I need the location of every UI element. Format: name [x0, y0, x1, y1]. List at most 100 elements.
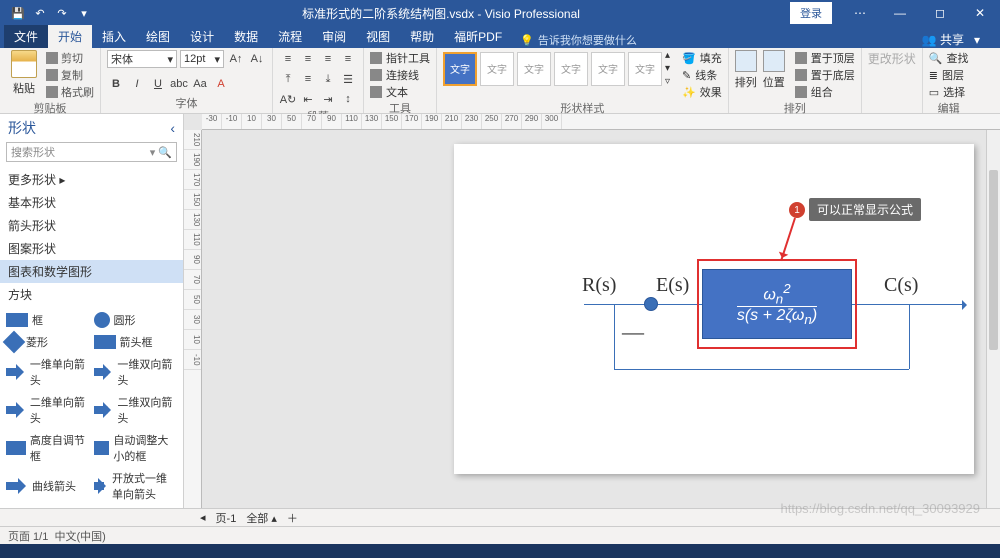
paste-button[interactable]: 粘贴 [6, 50, 42, 96]
page-tab-1[interactable]: 页-1 [216, 510, 237, 526]
arrange-button[interactable]: 排列 [735, 50, 757, 90]
ribbon-options-icon[interactable]: ⋯ [840, 0, 880, 26]
tab-review[interactable]: 审阅 [312, 25, 356, 48]
gallery-down-icon[interactable]: ▾ [665, 63, 670, 74]
effect-button[interactable]: ✨ 效果 [682, 84, 722, 100]
gallery-up-icon[interactable]: ▴ [665, 50, 670, 61]
font-size-select[interactable]: 12pt▾ [180, 50, 224, 68]
line-button[interactable]: ✎ 线条 [682, 67, 722, 83]
copy-button[interactable]: 复制 [46, 67, 94, 83]
add-page-button[interactable]: ＋ [287, 510, 298, 526]
style-gallery[interactable]: 文字 文字 文字 文字 文字 文字 ▴ ▾ ▿ [443, 50, 670, 87]
fill-button[interactable]: 🪣 填充 [682, 50, 722, 66]
cat-basic[interactable]: 基本形状 [0, 191, 183, 214]
indent-dec-button[interactable]: ⇤ [299, 90, 317, 108]
indent-inc-button[interactable]: ⇥ [319, 90, 337, 108]
login-button[interactable]: 登录 [790, 2, 832, 24]
grow-font-button[interactable]: A↑ [227, 50, 245, 68]
valign-bot-button[interactable]: ⤓ [319, 70, 337, 88]
share-button[interactable]: 👥 共享 [922, 31, 964, 48]
find-button[interactable]: 🔍 查找 [929, 50, 969, 66]
bring-front-button[interactable]: 置于顶层 [795, 50, 855, 66]
scrollbar-vertical[interactable] [986, 130, 1000, 508]
layers-button[interactable]: ≣ 图层 [929, 67, 969, 83]
shrink-font-button[interactable]: A↓ [248, 50, 266, 68]
select-button[interactable]: ▭ 选择 [929, 84, 969, 100]
shape-arrow2db[interactable]: 二维双向箭头 [94, 394, 178, 426]
style-swatch[interactable]: 文字 [554, 52, 588, 86]
font-name-select[interactable]: 宋体▾ [107, 50, 177, 68]
cat-more[interactable]: 更多形状 ▸ [0, 168, 183, 191]
align-right-button[interactable]: ≡ [319, 50, 337, 68]
help-icon[interactable]: ▾ [974, 33, 980, 47]
change-shape-button[interactable]: 更改形状 [868, 50, 916, 67]
minimize-button[interactable]: — [880, 0, 920, 26]
shape-circle[interactable]: 圆形 [94, 312, 178, 328]
style-swatch[interactable]: 文字 [443, 52, 477, 86]
undo-icon[interactable]: ↶ [32, 5, 48, 21]
status-language[interactable]: 中文(中国) [54, 528, 105, 544]
shape-autoheight[interactable]: 高度自调节框 [6, 432, 90, 464]
align-justify-button[interactable]: ≡ [339, 50, 357, 68]
tab-data[interactable]: 数据 [224, 25, 268, 48]
shape-arrow1db[interactable]: 一维双向箭头 [94, 356, 178, 388]
cat-pattern[interactable]: 图案形状 [0, 237, 183, 260]
position-button[interactable]: 位置 [763, 50, 785, 90]
send-back-button[interactable]: 置于底层 [795, 67, 855, 83]
maximize-button[interactable]: ◻ [920, 0, 960, 26]
tab-foxit[interactable]: 福昕PDF [444, 25, 512, 48]
strike-button[interactable]: abc [170, 75, 188, 93]
scroll-thumb[interactable] [989, 170, 998, 350]
group-shapes-button[interactable]: 组合 [795, 84, 855, 100]
tab-help[interactable]: 帮助 [400, 25, 444, 48]
cat-block[interactable]: 方块 [0, 283, 183, 306]
style-swatch[interactable]: 文字 [517, 52, 551, 86]
summing-junction[interactable] [644, 297, 658, 311]
case-button[interactable]: Aa [191, 75, 209, 93]
valign-mid-button[interactable]: ≡ [299, 70, 317, 88]
tell-me[interactable]: 💡 告诉我你想要做什么 [520, 32, 637, 48]
tab-design[interactable]: 设计 [180, 25, 224, 48]
underline-button[interactable]: U [149, 75, 167, 93]
gallery-more-icon[interactable]: ▿ [665, 76, 670, 87]
shape-open1d[interactable]: 开放式一维单向箭头 [94, 470, 178, 502]
cat-arrow[interactable]: 箭头形状 [0, 214, 183, 237]
redo-icon[interactable]: ↷ [54, 5, 70, 21]
rotate-text-button[interactable]: A↻ [279, 90, 297, 108]
tab-process[interactable]: 流程 [268, 25, 312, 48]
line-spacing-button[interactable]: ↕ [339, 90, 357, 108]
shape-arrow2d[interactable]: 二维单向箭头 [6, 394, 90, 426]
connector-tool-button[interactable]: 连接线 [370, 67, 430, 83]
pointer-tool-button[interactable]: 指针工具 [370, 50, 430, 66]
shape-autosize[interactable]: 自动调整大小的框 [94, 432, 178, 464]
format-painter-button[interactable]: 格式刷 [46, 84, 94, 100]
shape-curve[interactable]: 曲线箭头 [6, 470, 90, 502]
shape-arrow1d[interactable]: 一维单向箭头 [6, 356, 90, 388]
text-tool-button[interactable]: 文本 [370, 84, 430, 100]
shape-rect[interactable]: 框 [6, 312, 90, 328]
close-button[interactable]: ✕ [960, 0, 1000, 26]
font-color-button[interactable]: A [212, 75, 230, 93]
transfer-function-block[interactable]: ωn2 s(s + 2ζωn) [702, 269, 852, 339]
tab-insert[interactable]: 插入 [92, 25, 136, 48]
align-left-button[interactable]: ≡ [279, 50, 297, 68]
shape-arrowbox[interactable]: 箭头框 [94, 334, 178, 350]
style-swatch[interactable]: 文字 [591, 52, 625, 86]
shape-diamond[interactable]: 菱形 [6, 334, 90, 350]
canvas[interactable]: -30-101030507090110130150170190210230250… [184, 114, 1000, 508]
style-swatch[interactable]: 文字 [628, 52, 662, 86]
cut-button[interactable]: 剪切 [46, 50, 94, 66]
bold-button[interactable]: B [107, 75, 125, 93]
style-swatch[interactable]: 文字 [480, 52, 514, 86]
tab-draw[interactable]: 绘图 [136, 25, 180, 48]
tab-nav-prev[interactable]: ◂ [200, 511, 206, 524]
page-tab-all[interactable]: 全部 ▴ [246, 510, 277, 526]
italic-button[interactable]: I [128, 75, 146, 93]
valign-top-button[interactable]: ⤒ [279, 70, 297, 88]
tab-home[interactable]: 开始 [48, 25, 92, 48]
shapes-search-input[interactable]: 搜索形状▾ 🔍 [6, 142, 177, 162]
save-icon[interactable]: 💾 [10, 5, 26, 21]
tab-view[interactable]: 视图 [356, 25, 400, 48]
align-center-button[interactable]: ≡ [299, 50, 317, 68]
tab-file[interactable]: 文件 [4, 25, 48, 48]
